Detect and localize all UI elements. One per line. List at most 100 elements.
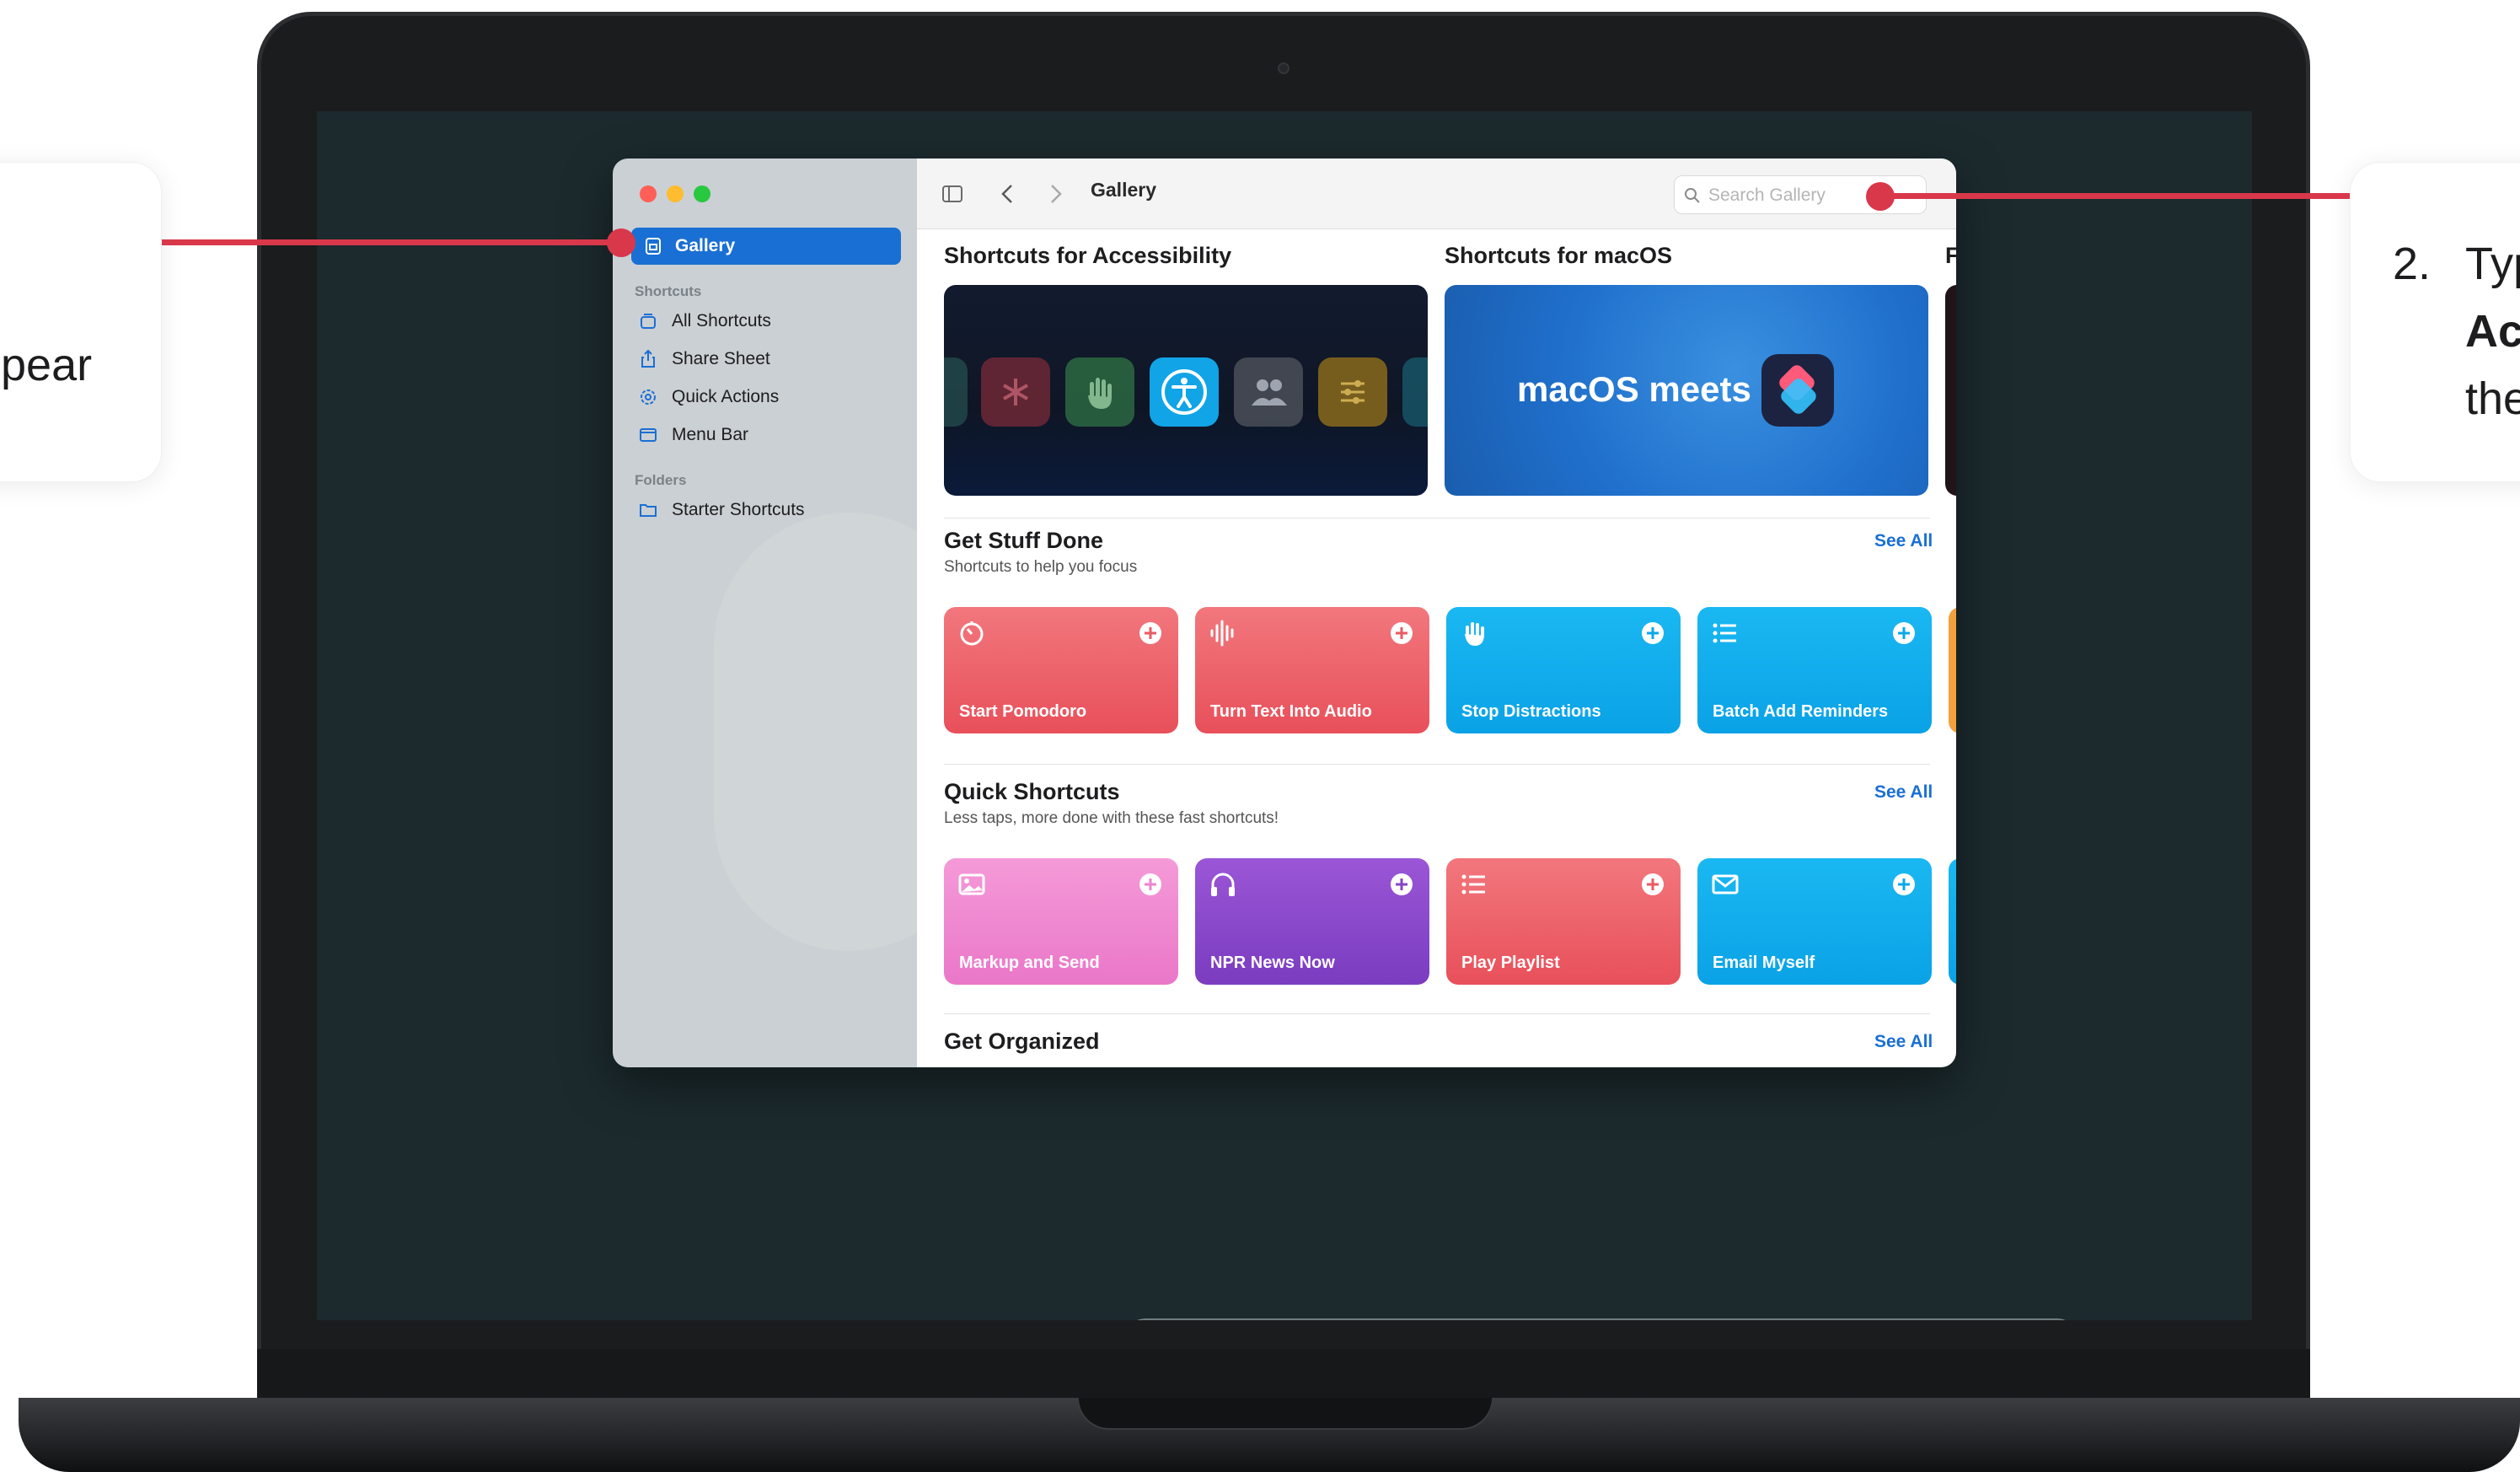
sidebar-section-folders: Folders	[635, 472, 687, 488]
callout-marker-left	[607, 228, 635, 257]
callout-step-number: 2.	[2393, 239, 2432, 289]
add-icon[interactable]	[1389, 620, 1414, 646]
shortcut-card[interactable]: Play Playlist	[1446, 858, 1681, 985]
sidebar-item-label: All Shortcuts	[672, 311, 771, 330]
sidebar-toggle-icon[interactable]	[941, 182, 964, 206]
add-icon[interactable]	[1389, 872, 1414, 897]
shortcut-card[interactable]: Batch Add Reminders	[1697, 607, 1932, 733]
card-label: Turn Text Into Audio	[1210, 702, 1372, 721]
window-close-button[interactable]	[640, 185, 657, 202]
add-icon[interactable]	[1138, 872, 1163, 897]
sidebar-section-shortcuts: Shortcuts	[635, 283, 702, 299]
add-icon[interactable]	[1891, 872, 1917, 897]
toolbar: Gallery	[917, 158, 1956, 229]
shortcut-card-partial[interactable]	[1949, 607, 1956, 733]
shortcut-card-partial[interactable]	[1949, 858, 1956, 985]
card-label: Markup and Send	[959, 954, 1100, 972]
gallery-content: Gallery Shortcuts for Accessibility Shor…	[917, 158, 1956, 1067]
sidebar-item-all-shortcuts[interactable]: All Shortcuts	[638, 307, 771, 336]
sidebar-item-menu-bar[interactable]: Menu Bar	[638, 421, 748, 449]
envelope-icon	[1712, 874, 1739, 894]
sidebar-item-share-sheet[interactable]: Share Sheet	[638, 345, 770, 373]
headphones-icon	[1211, 873, 1235, 896]
hand-icon	[1065, 357, 1134, 427]
see-all-link[interactable]: See All	[1874, 782, 1933, 803]
add-icon[interactable]	[1640, 620, 1665, 646]
macos-banner[interactable]: macOS meets	[1445, 285, 1928, 496]
gear-icon	[641, 389, 656, 405]
timer-icon	[960, 621, 984, 646]
shortcut-card[interactable]: Markup and Send	[944, 858, 1178, 985]
laptop-notch	[1077, 1398, 1493, 1430]
shortcut-card[interactable]: Start Pomodoro	[944, 607, 1178, 733]
callout-left: pear	[0, 162, 162, 482]
sidebar-item-quick-actions[interactable]: Quick Actions	[638, 383, 779, 411]
tile-partial-icon	[1402, 357, 1428, 427]
card-label: Play Playlist	[1461, 954, 1560, 972]
callout-line-2: Ac	[2465, 306, 2520, 357]
list-icon	[1461, 874, 1485, 894]
accessibility-banner[interactable]	[944, 285, 1428, 496]
see-all-link[interactable]: See All	[1874, 531, 1933, 551]
add-icon[interactable]	[1640, 872, 1665, 897]
partial-banner[interactable]	[1945, 285, 1956, 496]
laptop-hinge	[257, 1349, 2310, 1403]
add-icon[interactable]	[1138, 620, 1163, 646]
sidebar-item-label: Menu Bar	[672, 425, 749, 444]
camera-dot	[1278, 62, 1289, 74]
callout-right: 2. Typ Ac the	[2350, 162, 2520, 482]
sidebar-item-starter-shortcuts[interactable]: Starter Shortcuts	[638, 496, 805, 524]
shortcuts-logo-icon	[1761, 354, 1834, 427]
banner-title-partial: F	[1945, 243, 1956, 268]
macos-banner-text: macOS meets	[1517, 369, 1751, 409]
back-icon[interactable]	[996, 182, 1020, 206]
sidebar-item-label: Starter Shortcuts	[672, 500, 805, 519]
sidebar-item-gallery[interactable]: Gallery	[631, 228, 901, 265]
sidebar-item-label: Share Sheet	[672, 349, 770, 368]
window-title: Gallery	[1091, 179, 1156, 201]
callout-line-3: the	[2465, 373, 2520, 424]
sidebar-item-label: Gallery	[675, 236, 736, 255]
card-label: Stop Distractions	[1461, 702, 1601, 721]
gallery-icon	[646, 238, 661, 255]
photo-icon	[958, 873, 985, 895]
window-minimize-button[interactable]	[667, 185, 684, 202]
waveform-icon	[1210, 620, 1234, 647]
tile-partial-icon	[944, 357, 968, 427]
callout-connector-left	[162, 239, 617, 245]
callout-line-1: Typ	[2465, 239, 2520, 289]
window-zoom-button[interactable]	[694, 185, 710, 202]
shortcut-card[interactable]: NPR News Now	[1195, 858, 1429, 985]
section-title: Get Stuff Done	[944, 528, 1103, 553]
callout-left-text: pear	[1, 340, 93, 390]
card-label: Email Myself	[1713, 954, 1815, 972]
section-subtitle: Shortcuts to help you focus	[944, 558, 1138, 576]
stack-icon	[641, 314, 656, 329]
sidebar: Gallery Shortcuts All Shortcuts Share Sh…	[613, 158, 984, 1067]
shortcut-card[interactable]: Stop Distractions	[1446, 607, 1681, 733]
card-label: Start Pomodoro	[959, 702, 1087, 721]
dock	[1121, 1319, 2082, 1320]
section-subtitle: Less taps, more done with these fast sho…	[944, 809, 1279, 827]
forward-icon[interactable]	[1043, 182, 1067, 206]
asterisk-icon	[981, 357, 1050, 427]
menu-bar-icon	[640, 428, 657, 442]
shortcuts-window: Gallery Shortcuts All Shortcuts Share Sh…	[613, 158, 1956, 1067]
banner-title-accessibility: Shortcuts for Accessibility	[944, 243, 1232, 268]
shortcut-card[interactable]: Email Myself	[1697, 858, 1932, 985]
hand-icon	[1465, 622, 1484, 646]
callout-connector-right	[1881, 193, 2350, 199]
card-label: Batch Add Reminders	[1713, 702, 1889, 721]
presentation-stage: Gallery Shortcuts All Shortcuts Share Sh…	[0, 0, 2520, 1472]
accessibility-icon	[1150, 357, 1219, 427]
list-icon	[1713, 623, 1736, 643]
add-icon[interactable]	[1891, 620, 1917, 646]
shortcut-card[interactable]: Turn Text Into Audio	[1195, 607, 1429, 733]
sidebar-item-label: Quick Actions	[672, 387, 780, 406]
section-title: Quick Shortcuts	[944, 779, 1120, 804]
section-title: Get Organized	[944, 1029, 1100, 1054]
see-all-link[interactable]: See All	[1874, 1032, 1933, 1052]
banner-title-macos: Shortcuts for macOS	[1445, 243, 1673, 268]
section-divider	[944, 1013, 1930, 1014]
section-divider	[944, 764, 1930, 765]
